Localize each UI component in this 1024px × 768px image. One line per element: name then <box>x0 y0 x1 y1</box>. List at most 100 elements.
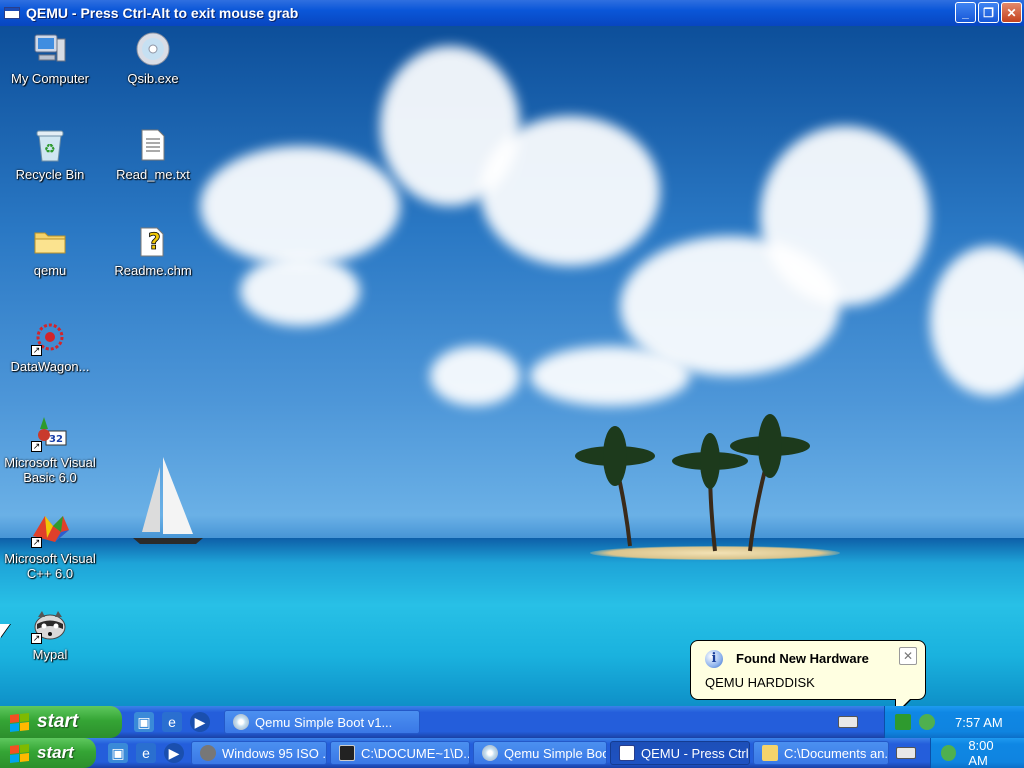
task-button-label: Qemu Simple Boo... <box>504 745 606 761</box>
host-start-button[interactable]: start <box>0 738 96 768</box>
desktop-icon-read-me-txt[interactable]: Read_me.txt <box>103 126 203 182</box>
guest-system-tray: 7:57 AM <box>884 706 1024 738</box>
task-button-label: C:\DOCUME~1\D... <box>361 745 470 761</box>
wallpaper-cloud <box>760 126 930 306</box>
desktop-icon-label: DataWagon... <box>10 359 90 374</box>
balloon-title: Found New Hardware <box>736 651 869 666</box>
desktop-icon-my-computer[interactable]: My Computer <box>0 30 100 86</box>
task-button-qemu-window[interactable]: QEMU - Press Ctrl... <box>610 741 750 765</box>
wallpaper-cloud <box>430 346 520 406</box>
minimize-button[interactable]: _ <box>955 2 976 23</box>
internet-explorer-icon[interactable]: e <box>162 712 182 732</box>
restore-button[interactable]: ❐ <box>978 2 999 23</box>
internet-explorer-icon[interactable]: e <box>136 743 156 763</box>
desktop-icon-visual-cpp[interactable]: ↗ Microsoft Visual C++ 6.0 <box>0 510 100 581</box>
qemu-window-icon <box>619 745 635 761</box>
balloon-message: QEMU HARDDISK <box>705 675 815 690</box>
desktop-icon-label: Microsoft Visual C++ 6.0 <box>4 551 96 581</box>
desktop-icon-recycle-bin[interactable]: ♻ Recycle Bin <box>0 126 100 182</box>
help-file-icon: ? <box>134 222 172 260</box>
desktop-icon-qsib[interactable]: Qsib.exe <box>103 30 203 86</box>
wallpaper-cloud <box>530 346 690 406</box>
guest-start-button[interactable]: start <box>0 706 122 738</box>
window-title: QEMU - Press Ctrl-Alt to exit mouse grab <box>26 5 299 21</box>
windows-flag-icon <box>10 743 29 763</box>
desktop-icon-label: Recycle Bin <box>15 167 85 182</box>
network-icon[interactable] <box>941 745 957 761</box>
folder-icon <box>31 222 69 260</box>
mouse-pointer-icon <box>0 624 10 638</box>
svg-text:♻: ♻ <box>44 142 56 157</box>
cd-icon <box>233 714 249 730</box>
qemu-window-titlebar[interactable]: QEMU - Press Ctrl-Alt to exit mouse grab… <box>0 0 1024 26</box>
cd-icon <box>134 30 172 68</box>
guest-taskbar: start ▣ e ▶ Qemu Simple Boot v1... 7:57 … <box>0 706 1024 738</box>
desktop-icon-label: Readme.chm <box>114 263 192 278</box>
windows-flag-icon <box>10 712 29 732</box>
raccoon-icon <box>200 745 216 761</box>
text-file-icon <box>134 126 172 164</box>
keyboard-icon[interactable] <box>896 747 916 759</box>
task-button-qemu-simple-boot[interactable]: Qemu Simple Boo... <box>473 741 607 765</box>
vc6-icon: ↗ <box>31 510 69 548</box>
window-controls: _ ❐ ✕ <box>955 2 1022 23</box>
desktop-icon-readme-chm[interactable]: ? Readme.chm <box>103 222 203 278</box>
wallpaper-cloud <box>480 116 660 266</box>
host-clock[interactable]: 8:00 AM <box>968 738 1014 768</box>
desktop-icon-qemu-folder[interactable]: qemu <box>0 222 100 278</box>
desktop-icon-label: Microsoft Visual Basic 6.0 <box>4 455 96 485</box>
desktop-icon-mypal[interactable]: ↗ Mypal <box>0 606 100 662</box>
task-button-label: QEMU - Press Ctrl... <box>641 745 750 761</box>
keyboard-icon[interactable] <box>838 716 858 728</box>
start-label: start <box>37 711 79 732</box>
my-computer-icon <box>31 30 69 68</box>
desktop-icon-label: qemu <box>33 263 67 278</box>
desktop-icon-label: Mypal <box>32 647 68 662</box>
svg-text:?: ? <box>148 230 161 255</box>
shortcut-arrow-icon: ↗ <box>31 441 42 452</box>
task-button-documents-folder[interactable]: C:\Documents an... <box>753 741 889 765</box>
balloon-close-button[interactable]: ✕ <box>899 647 917 665</box>
guest-clock[interactable]: 7:57 AM <box>955 715 1003 730</box>
folder-icon <box>762 745 778 761</box>
sailboat-image <box>133 457 203 544</box>
wallpaper-cloud <box>240 256 360 326</box>
show-desktop-icon[interactable]: ▣ <box>108 743 128 763</box>
desktop-icon-label: Qsib.exe <box>127 71 179 86</box>
desktop-icon-visual-basic[interactable]: 32 ↗ Microsoft Visual Basic 6.0 <box>0 414 100 485</box>
palm-trees-image <box>575 414 810 552</box>
close-button[interactable]: ✕ <box>1001 2 1022 23</box>
svg-text:32: 32 <box>49 434 63 445</box>
task-button-label: Windows 95 ISO ... <box>222 745 327 761</box>
task-button-qemu-simple-boot[interactable]: Qemu Simple Boot v1... <box>224 710 420 734</box>
task-button-label: C:\Documents an... <box>784 745 889 761</box>
wallpaper-cloud <box>930 246 1024 396</box>
media-player-icon[interactable]: ▶ <box>190 712 210 732</box>
host-system-tray: 8:00 AM <box>930 738 1024 768</box>
7zip-icon <box>339 745 355 761</box>
found-new-hardware-balloon[interactable]: i Found New Hardware ✕ QEMU HARDDISK <box>690 640 926 716</box>
network-icon[interactable] <box>919 714 935 730</box>
cd-icon <box>482 745 498 761</box>
show-desktop-icon[interactable]: ▣ <box>134 712 154 732</box>
host-taskbar: start ▣ e ▶ Windows 95 ISO ... C:\DOCUME… <box>0 738 1024 768</box>
guest-desktop[interactable]: My Computer Qsib.exe ♻ Recycle Bin Read_… <box>0 26 1024 706</box>
raccoon-icon: ↗ <box>31 606 69 644</box>
desktop-icon-datawagon[interactable]: ↗ DataWagon... <box>0 318 100 374</box>
wallpaper-cloud <box>200 146 400 266</box>
shortcut-arrow-icon: ↗ <box>31 537 42 548</box>
desktop-icon-label: Read_me.txt <box>116 167 190 182</box>
start-label: start <box>37 743 74 762</box>
safely-remove-hardware-icon[interactable] <box>895 714 911 730</box>
vb6-icon: 32 ↗ <box>31 414 69 452</box>
info-icon: i <box>705 650 723 668</box>
qemu-window-icon <box>4 7 20 19</box>
task-button-windows-95-iso[interactable]: Windows 95 ISO ... <box>191 741 327 765</box>
shortcut-arrow-icon: ↗ <box>31 633 42 644</box>
task-button-docume-path[interactable]: C:\DOCUME~1\D... <box>330 741 470 765</box>
shortcut-arrow-icon: ↗ <box>31 345 42 356</box>
datawagon-icon: ↗ <box>31 318 69 356</box>
desktop-icon-label: My Computer <box>10 71 90 86</box>
task-button-label: Qemu Simple Boot v1... <box>255 714 393 730</box>
media-player-icon[interactable]: ▶ <box>164 743 184 763</box>
